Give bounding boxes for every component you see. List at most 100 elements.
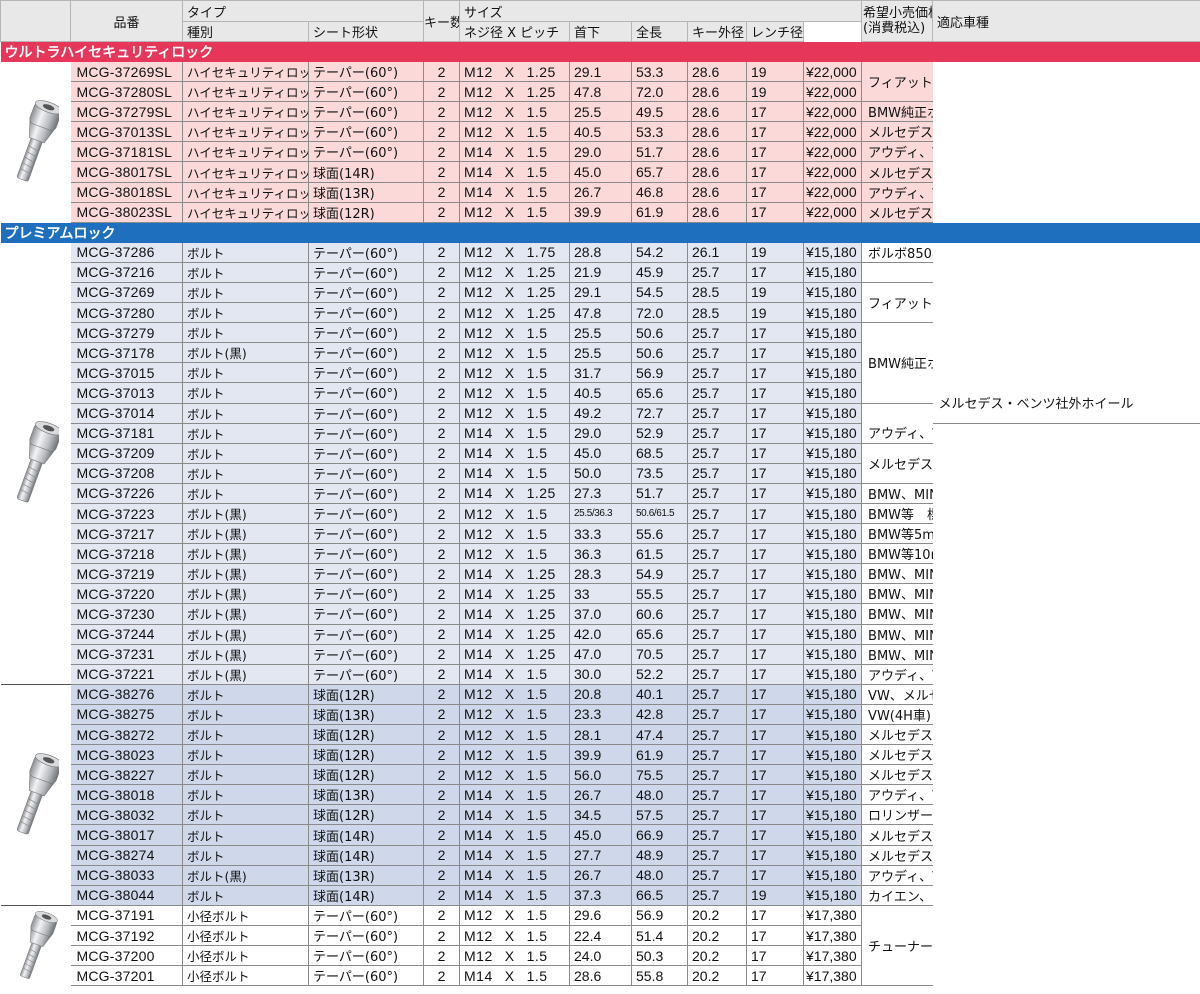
part-number: MCG-37221 bbox=[70, 664, 183, 685]
part-number: MCG-37181 bbox=[70, 423, 183, 444]
seat-cell: テーパー(60°) bbox=[308, 664, 425, 685]
part-number: MCG-37220 bbox=[70, 583, 183, 605]
bolt-icon bbox=[19, 911, 58, 979]
vehicle-cell: フィアット、アルファロメオ、ランチア bbox=[861, 62, 933, 103]
neck-cell: 47.0 bbox=[569, 644, 633, 665]
thread-sep: X bbox=[504, 103, 515, 120]
thread-sep: X bbox=[504, 686, 515, 703]
key-od-cell: 28.6 bbox=[687, 101, 748, 123]
price-cell: ¥22,000 bbox=[803, 121, 863, 143]
key-od-cell: 25.7 bbox=[687, 463, 748, 484]
neck-cell: 56.0 bbox=[569, 764, 633, 786]
table-row: MCG-38032 ボルト 球面(12R) 2 M14 X 1.5 34.5 57.5 25.7 1… bbox=[1, 804, 1200, 826]
part-number: MCG-37201 bbox=[70, 965, 183, 987]
thread-pitch: 1.5 bbox=[526, 666, 548, 683]
length-cell: 55.8 bbox=[631, 965, 689, 987]
thread-diameter: M12 bbox=[464, 244, 493, 261]
price-cell: ¥15,180 bbox=[803, 885, 863, 906]
part-number: MCG-38032 bbox=[70, 804, 183, 826]
thread-sep: X bbox=[504, 63, 515, 80]
thread-cell: M12 X 1.5 bbox=[459, 382, 571, 404]
thread-cell: M12 X 1.25 bbox=[459, 282, 571, 304]
header-size: サイズ bbox=[459, 0, 863, 22]
thread-diameter: M12 bbox=[464, 284, 493, 301]
thread-sep: X bbox=[504, 907, 515, 924]
neck-cell: 37.0 bbox=[569, 603, 633, 625]
thread-cell: M12 X 1.25 bbox=[459, 81, 571, 103]
wrench-cell: 17 bbox=[746, 262, 805, 283]
kind-cell: ボルト bbox=[182, 684, 309, 705]
price-cell: ¥15,180 bbox=[803, 543, 863, 565]
price-cell: ¥15,180 bbox=[803, 302, 863, 324]
thread-cell: M12 X 1.5 bbox=[459, 704, 571, 726]
thread-diameter: M12 bbox=[464, 766, 493, 783]
table-row: MCG-38017SLハイセキュリティロック球面(14R)2M14 X 1.5 45.… bbox=[1, 161, 1200, 183]
thread-cell: M12 X 1.5 bbox=[459, 362, 571, 384]
wrench-cell: 17 bbox=[746, 503, 805, 525]
thread-sep: X bbox=[504, 384, 515, 401]
keys-cell: 2 bbox=[423, 161, 461, 183]
keys-cell: 2 bbox=[423, 483, 461, 504]
neck-cell: 36.3 bbox=[569, 543, 633, 565]
key-od-cell: 25.7 bbox=[687, 322, 748, 344]
product-table: 品番 タイプ キー数 サイズ 希望小売価格(消費税込) 適応車種 種別 シート形… bbox=[0, 0, 1200, 987]
wrench-cell: 19 bbox=[746, 282, 805, 304]
part-number: MCG-38023 bbox=[70, 744, 183, 766]
price-cell: ¥15,180 bbox=[803, 784, 863, 806]
keys-cell: 2 bbox=[423, 804, 461, 826]
key-od-cell: 20.2 bbox=[687, 925, 748, 947]
part-number: MCG-37280SL bbox=[70, 81, 183, 103]
price-cell: ¥17,380 bbox=[803, 945, 863, 967]
thread-sep: X bbox=[504, 867, 515, 884]
price-cell: ¥17,380 bbox=[803, 965, 863, 987]
table-row: MCG-38227 ボルト 球面(12R) 2 M12 X 1.5 56.0 75.5 25.7 1… bbox=[1, 764, 1200, 786]
wrench-cell: 17 bbox=[746, 141, 805, 163]
neck-cell: 28.6 bbox=[569, 965, 633, 987]
seat-cell: テーパー(60°) bbox=[308, 583, 425, 605]
thread-sep: X bbox=[504, 264, 515, 281]
part-number: MCG-37226 bbox=[70, 483, 183, 504]
price-cell: ¥15,180 bbox=[803, 764, 863, 786]
neck-cell: 40.5 bbox=[569, 121, 633, 143]
keys-cell: 2 bbox=[423, 885, 461, 906]
table-row: MCG-37221 ボルト(黒) テーパー(60°) 2 M14 X 1.5 30.0 52.2… bbox=[1, 664, 1200, 685]
price-cell: ¥15,180 bbox=[803, 382, 863, 404]
thread-cell: M14 X 1.5 bbox=[459, 161, 571, 183]
price-cell: ¥22,000 bbox=[803, 202, 863, 223]
length-cell: 68.5 bbox=[631, 443, 689, 464]
wrench-cell: 17 bbox=[746, 523, 805, 545]
thread-sep: X bbox=[504, 344, 515, 361]
kind-cell: 小径ボルト bbox=[182, 945, 309, 967]
key-od-cell: 28.6 bbox=[687, 81, 748, 103]
thread-diameter: M14 bbox=[464, 565, 493, 582]
price-cell: ¥17,380 bbox=[803, 905, 863, 926]
key-od-cell: 25.7 bbox=[687, 744, 748, 766]
keys-cell: 2 bbox=[423, 583, 461, 605]
seat-cell: テーパー(60°) bbox=[308, 563, 425, 585]
key-od-cell: 25.7 bbox=[687, 382, 748, 404]
neck-cell: 37.3 bbox=[569, 885, 633, 906]
thread-cell: M14 X 1.5 bbox=[459, 182, 571, 203]
kind-cell: ボルト bbox=[182, 242, 309, 263]
key-od-cell: 28.6 bbox=[687, 141, 748, 163]
key-od-cell: 25.7 bbox=[687, 865, 748, 886]
thread-cell: M12 X 1.5 bbox=[459, 322, 571, 344]
thread-pitch: 1.25 bbox=[526, 304, 556, 321]
wrench-cell: 17 bbox=[746, 804, 805, 826]
seat-cell: 球面(13R) bbox=[308, 704, 425, 726]
section-title: プレミアムロック bbox=[0, 222, 1200, 243]
key-od-cell: 25.7 bbox=[687, 824, 748, 846]
thread-sep: X bbox=[504, 304, 515, 321]
length-cell: 48.0 bbox=[631, 784, 689, 806]
price-cell: ¥15,180 bbox=[803, 804, 863, 826]
neck-cell: 30.0 bbox=[569, 664, 633, 685]
thread-sep: X bbox=[504, 324, 515, 341]
kind-cell: ハイセキュリティロック bbox=[182, 141, 309, 163]
part-number: MCG-38023SL bbox=[70, 202, 183, 223]
table-row: MCG-37279 ボルト テーパー(60°) 2 M12 X 1.5 25.5 50.6 25.… bbox=[1, 322, 1200, 404]
thread-diameter: M14 bbox=[464, 184, 493, 201]
thread-sep: X bbox=[504, 465, 515, 482]
vehicle-cell: アウディ、VW、ボルボ後期S70、V70、S90、V90 bbox=[861, 664, 933, 685]
keys-cell: 2 bbox=[423, 845, 461, 866]
thread-diameter: M12 bbox=[464, 525, 493, 542]
